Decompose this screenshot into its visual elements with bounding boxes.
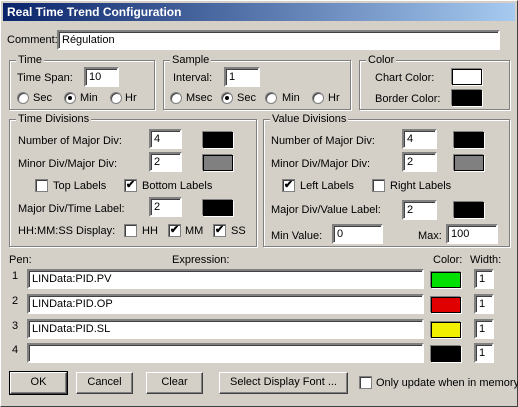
pen-expression-input[interactable]: LINData:PID.SL bbox=[27, 319, 424, 339]
sample-msec-radio[interactable] bbox=[170, 92, 182, 104]
sample-hr-radio[interactable] bbox=[312, 92, 324, 104]
sample-min-label: Min bbox=[282, 92, 300, 104]
pen-expression-input[interactable]: LINData:PID.PV bbox=[27, 269, 424, 289]
left-labels-label: Left Labels bbox=[300, 180, 354, 192]
memory-only-checkbox[interactable] bbox=[359, 376, 372, 389]
pen-color-swatch[interactable] bbox=[431, 322, 461, 338]
ss-checkbox[interactable]: ✔ bbox=[213, 224, 226, 237]
time-sec-label: Sec bbox=[33, 92, 52, 104]
vd-label-color-swatch[interactable] bbox=[454, 202, 484, 218]
pen-number: 2 bbox=[12, 295, 19, 307]
chart-color-label: Chart Color: bbox=[375, 72, 435, 84]
right-labels-label: Right Labels bbox=[390, 180, 452, 192]
pen-expression-input[interactable] bbox=[27, 343, 424, 363]
max-value-label: Max: bbox=[418, 230, 442, 242]
max-value-input[interactable]: 100 bbox=[446, 224, 498, 244]
sample-group-title: Sample bbox=[170, 53, 212, 67]
ss-label: SS bbox=[231, 225, 246, 237]
color-group-title: Color bbox=[366, 53, 397, 67]
pen-color-swatch[interactable] bbox=[431, 346, 461, 362]
border-color-label: Border Color: bbox=[375, 93, 441, 105]
td-per-label-label: Major Div/Time Label: bbox=[18, 203, 125, 215]
vd-major-label: Number of Major Div: bbox=[271, 135, 375, 147]
vd-minor-color-swatch[interactable] bbox=[454, 155, 484, 171]
time-span-input[interactable]: 10 bbox=[84, 67, 119, 87]
select-font-button[interactable]: Select Display Font ... bbox=[219, 372, 348, 394]
time-hr-label: Hr bbox=[125, 92, 137, 104]
min-value-label: Min Value: bbox=[271, 230, 323, 242]
time-group-title: Time bbox=[16, 53, 45, 67]
comment-input[interactable]: Régulation bbox=[57, 30, 500, 50]
time-divisions-title: Time Divisions bbox=[16, 112, 92, 126]
window-title: Real Time Trend Configuration bbox=[3, 3, 515, 21]
sample-sec-radio[interactable] bbox=[221, 92, 233, 104]
td-minor-input[interactable]: 2 bbox=[149, 152, 182, 172]
min-value-input[interactable]: 0 bbox=[332, 224, 383, 244]
td-minor-label: Minor Div/Major Div: bbox=[18, 158, 118, 170]
pen-width-input[interactable]: 1 bbox=[474, 269, 494, 289]
border-color-swatch[interactable] bbox=[452, 90, 482, 106]
pen-number: 3 bbox=[12, 320, 19, 332]
pen-width-input[interactable]: 1 bbox=[474, 343, 494, 363]
clear-button[interactable]: Clear bbox=[146, 372, 203, 394]
td-per-label-input[interactable]: 2 bbox=[149, 197, 182, 217]
chart-color-swatch[interactable] bbox=[452, 69, 482, 85]
vd-per-label-input[interactable]: 2 bbox=[402, 200, 437, 220]
vd-minor-label: Minor Div/Major Div: bbox=[271, 158, 371, 170]
ok-button[interactable]: OK bbox=[9, 371, 68, 395]
td-minor-color-swatch[interactable] bbox=[203, 155, 233, 171]
vd-minor-input[interactable]: 2 bbox=[402, 152, 437, 172]
mm-label: MM bbox=[185, 225, 204, 237]
time-min-radio[interactable] bbox=[64, 92, 76, 104]
vd-major-input[interactable]: 4 bbox=[402, 129, 437, 149]
mm-checkbox[interactable]: ✔ bbox=[168, 224, 181, 237]
time-hr-radio[interactable] bbox=[110, 92, 122, 104]
config-dialog: Real Time Trend Configuration Comment: R… bbox=[0, 0, 518, 407]
pen-color-swatch[interactable] bbox=[431, 297, 461, 313]
width-header: Width: bbox=[470, 254, 502, 266]
pen-width-input[interactable]: 1 bbox=[474, 319, 494, 339]
comment-label: Comment: bbox=[7, 34, 58, 46]
pen-color-swatch[interactable] bbox=[431, 272, 461, 288]
pen-number: 4 bbox=[12, 344, 19, 356]
time-min-label: Min bbox=[80, 92, 98, 104]
td-major-input[interactable]: 4 bbox=[149, 129, 182, 149]
vd-major-color-swatch[interactable] bbox=[454, 132, 484, 148]
bottom-labels-label: Bottom Labels bbox=[142, 180, 213, 192]
td-major-color-swatch[interactable] bbox=[203, 132, 233, 148]
time-span-label: Time Span: bbox=[17, 72, 73, 84]
pen-width-input[interactable]: 1 bbox=[474, 294, 494, 314]
top-labels-checkbox[interactable] bbox=[35, 179, 48, 192]
sample-min-radio[interactable] bbox=[265, 92, 277, 104]
vd-per-label-label: Major Div/Value Label: bbox=[271, 204, 381, 216]
cancel-button[interactable]: Cancel bbox=[76, 372, 133, 394]
top-labels-label: Top Labels bbox=[53, 180, 107, 192]
value-divisions-title: Value Divisions bbox=[270, 112, 349, 126]
td-label-color-swatch[interactable] bbox=[203, 200, 233, 216]
hh-label: HH bbox=[142, 225, 158, 237]
expression-header: Expression: bbox=[172, 254, 230, 266]
right-labels-checkbox[interactable] bbox=[372, 179, 385, 192]
bottom-labels-checkbox[interactable]: ✔ bbox=[124, 179, 137, 192]
left-labels-checkbox[interactable]: ✔ bbox=[282, 179, 295, 192]
color-header: Color: bbox=[433, 254, 463, 266]
memory-only-label: Only update when in memory bbox=[376, 377, 518, 389]
td-major-label: Number of Major Div: bbox=[18, 135, 122, 147]
pen-number: 1 bbox=[12, 270, 19, 282]
interval-label: Interval: bbox=[173, 72, 213, 84]
hhmmss-display-label: HH:MM:SS Display: bbox=[18, 225, 116, 237]
hh-checkbox[interactable] bbox=[124, 224, 137, 237]
sample-hr-label: Hr bbox=[328, 92, 340, 104]
sample-sec-label: Sec bbox=[237, 92, 256, 104]
sample-msec-label: Msec bbox=[186, 92, 213, 104]
interval-input[interactable]: 1 bbox=[224, 67, 260, 87]
time-sec-radio[interactable] bbox=[17, 92, 29, 104]
pen-header: Pen: bbox=[9, 254, 32, 266]
pen-expression-input[interactable]: LINData:PID.OP bbox=[27, 294, 424, 314]
